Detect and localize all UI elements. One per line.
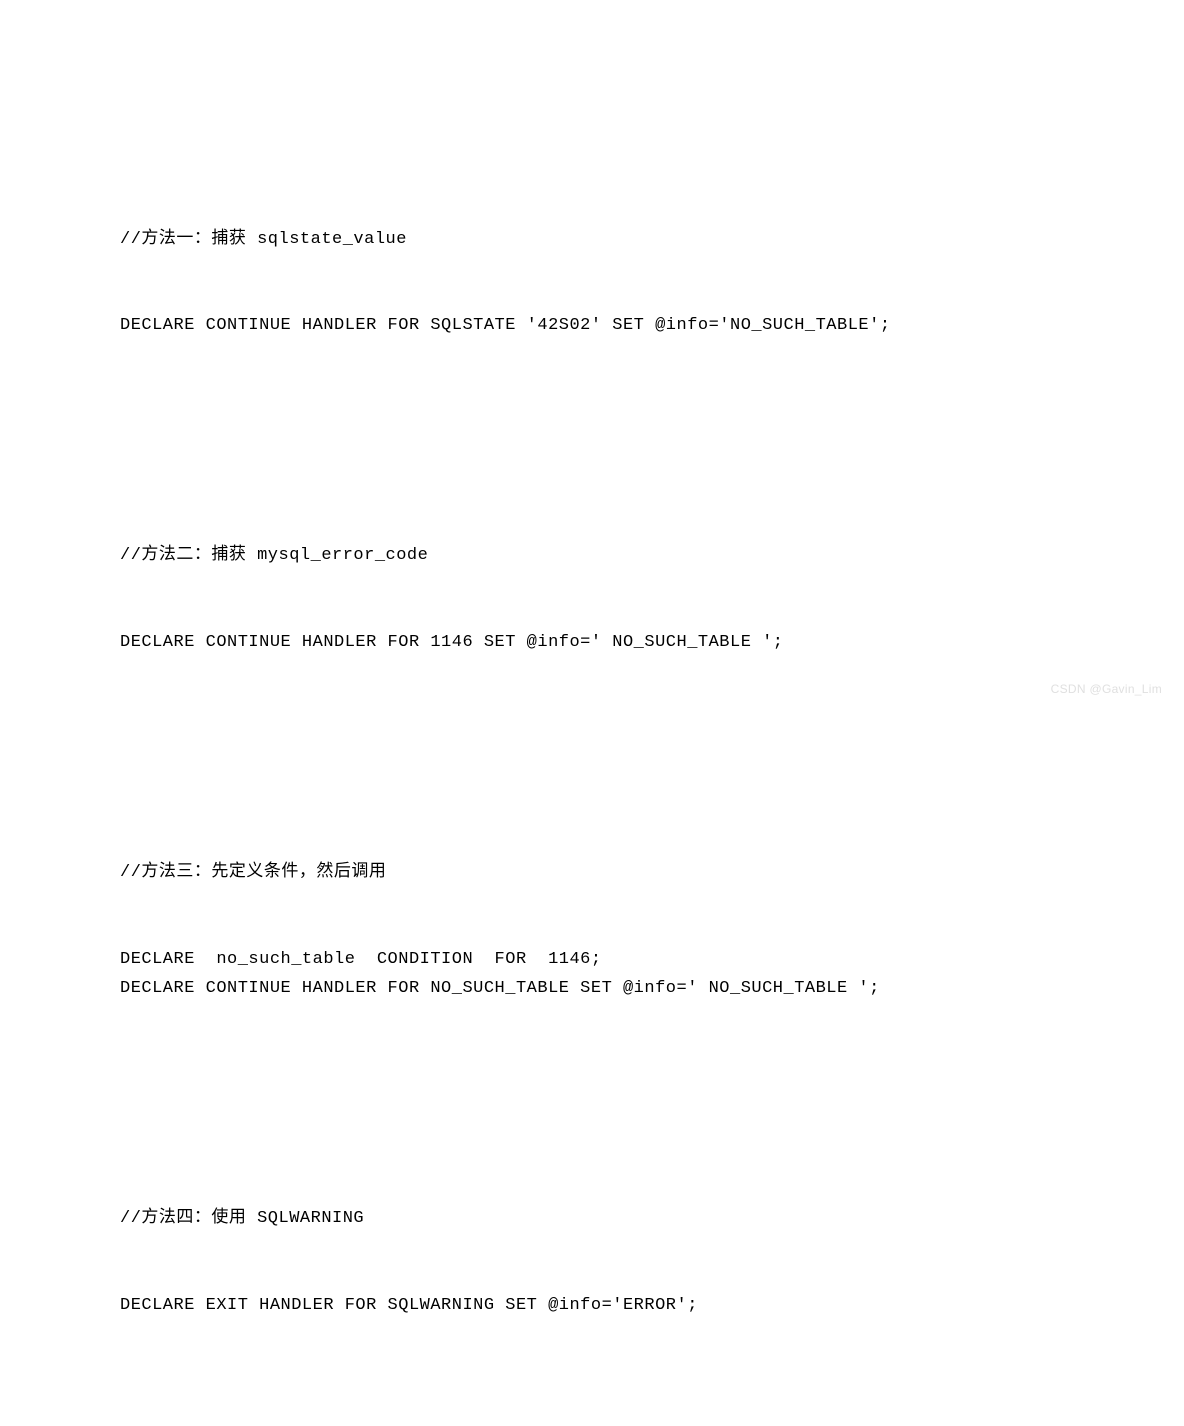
method-3-comment: //方法三：先定义条件，然后调用	[120, 859, 1064, 888]
method-4-code: DECLARE EXIT HANDLER FOR SQLWARNING SET …	[120, 1292, 1064, 1321]
method-3-code: DECLARE no_such_table CONDITION FOR 1146…	[120, 946, 1064, 1004]
method-1-section: //方法一：捕获 sqlstate_value DECLARE CONTINUE…	[120, 168, 1064, 399]
method-3-section: //方法三：先定义条件，然后调用 DECLARE no_such_table C…	[120, 802, 1064, 1062]
code-container: //方法一：捕获 sqlstate_value DECLARE CONTINUE…	[120, 110, 1064, 1426]
method-1-comment: //方法一：捕获 sqlstate_value	[120, 226, 1064, 255]
method-4-section: //方法四：使用 SQLWARNING DECLARE EXIT HANDLER…	[120, 1147, 1064, 1378]
method-1-code: DECLARE CONTINUE HANDLER FOR SQLSTATE '4…	[120, 312, 1064, 341]
watermark-text: CSDN @Gavin_Lim	[1051, 679, 1162, 699]
method-4-comment: //方法四：使用 SQLWARNING	[120, 1205, 1064, 1234]
method-2-code: DECLARE CONTINUE HANDLER FOR 1146 SET @i…	[120, 629, 1064, 658]
method-2-comment: //方法二：捕获 mysql_error_code	[120, 542, 1064, 571]
method-2-section: //方法二：捕获 mysql_error_code DECLARE CONTIN…	[120, 485, 1064, 716]
